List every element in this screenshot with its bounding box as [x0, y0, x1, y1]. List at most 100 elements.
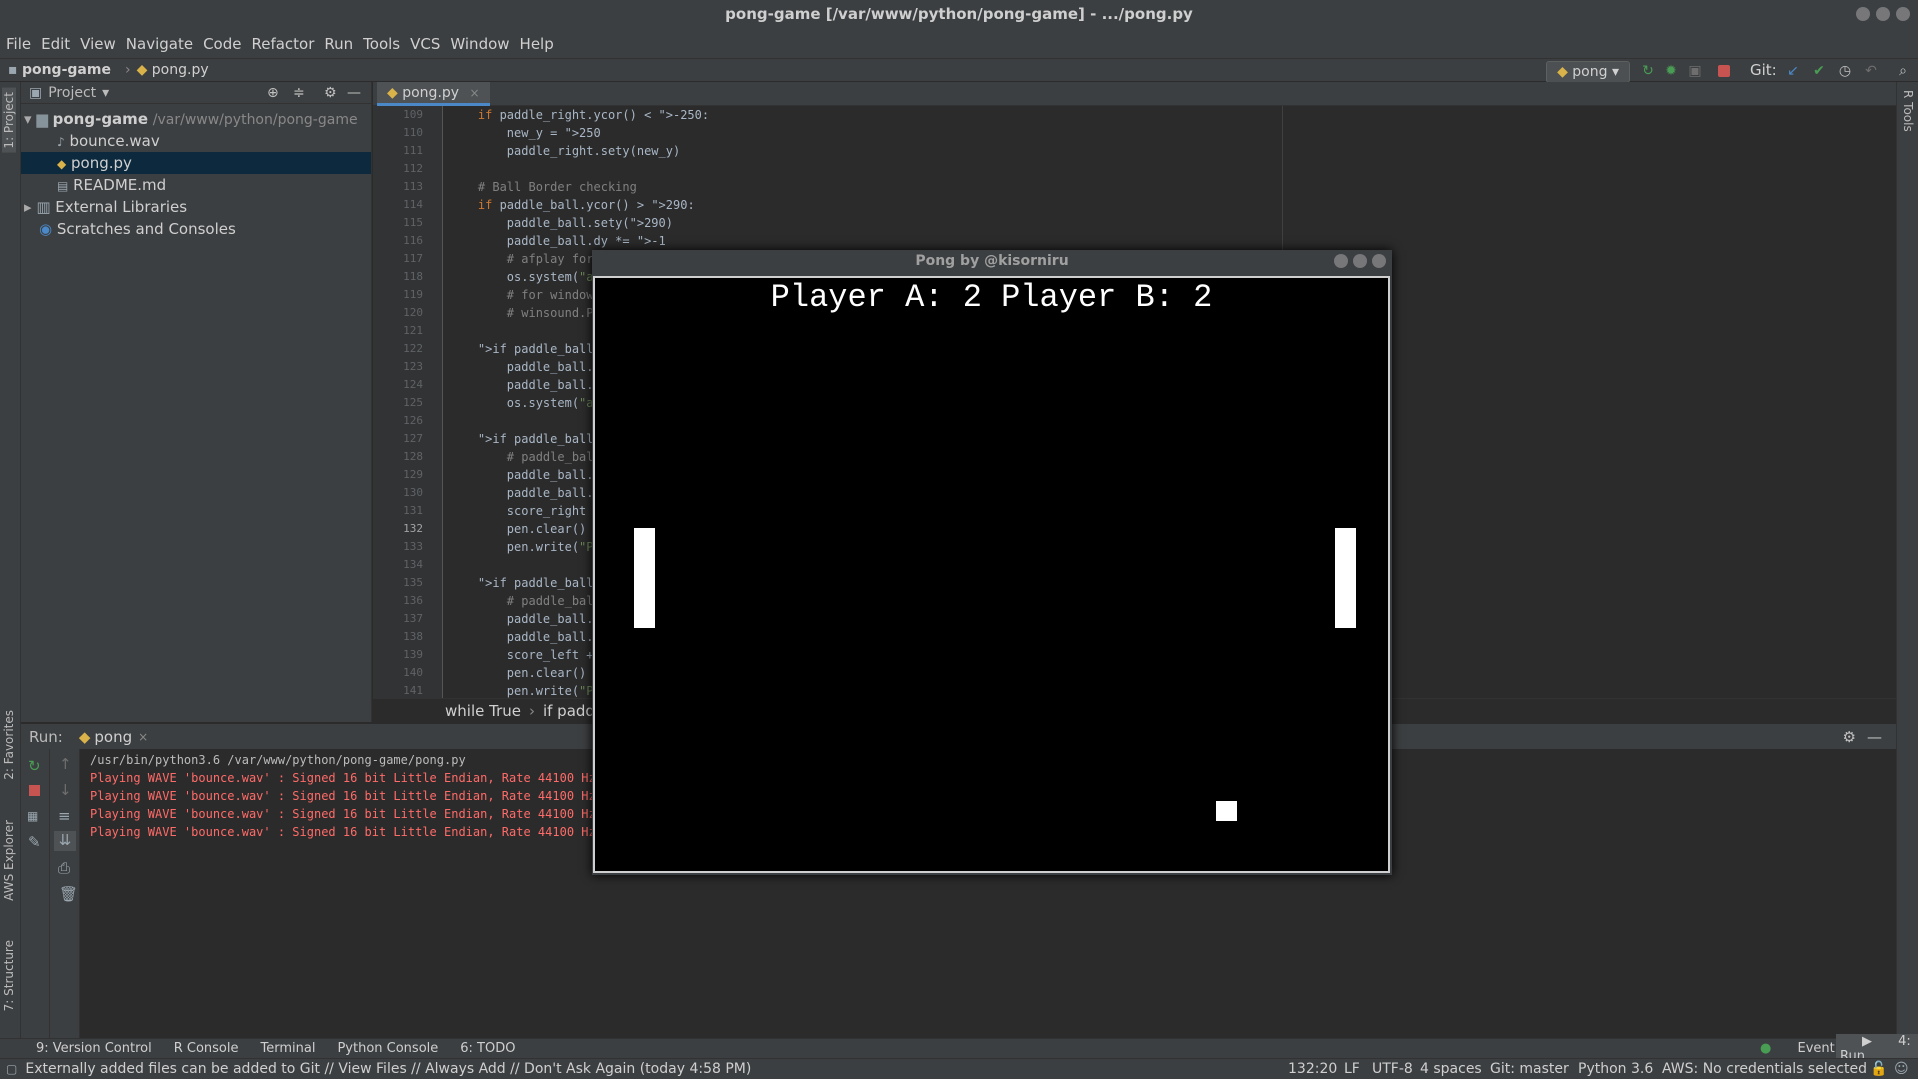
arrow-down-icon[interactable]: ↓	[59, 781, 72, 799]
caret-position[interactable]: 132:20	[1288, 1061, 1337, 1077]
rerun-icon[interactable]: ↻	[1641, 64, 1655, 78]
tool-r-console[interactable]: R Console	[174, 1041, 239, 1056]
event-log-icon: ●	[1760, 1041, 1776, 1056]
lock-icon[interactable]: 🔓	[1870, 1061, 1887, 1077]
line-separator[interactable]: LF	[1344, 1061, 1360, 1077]
tool-todo[interactable]: 6: TODO	[460, 1041, 515, 1056]
rerun-icon[interactable]: ↻	[28, 757, 41, 775]
notifications-icon[interactable]: ☺	[1894, 1061, 1909, 1077]
code-line: # paddle_ball.	[449, 594, 608, 608]
tree-root-pong-game[interactable]: ▾ ▆ pong-game /var/www/python/pong-game	[21, 108, 371, 130]
code-line: pen.clear()	[449, 522, 587, 536]
breadcrumb-while-true[interactable]: while True	[445, 702, 521, 720]
menu-tools[interactable]: Tools	[363, 35, 400, 53]
code-line: pen.clear()	[449, 666, 587, 680]
root-folder-name: pong-game	[52, 110, 148, 128]
menu-view[interactable]: View	[80, 35, 116, 53]
trash-icon[interactable]: 🗑	[59, 885, 78, 903]
menu-run[interactable]: Run	[324, 35, 353, 53]
python-file-icon: ◆	[387, 85, 398, 101]
search-icon[interactable]: ⌕	[1896, 64, 1910, 78]
soft-wrap-icon[interactable]: ≡	[58, 807, 71, 825]
line-number: 137	[403, 612, 423, 625]
hide-panel-icon[interactable]: —	[1867, 728, 1882, 746]
tree-item-readme[interactable]: ▤ README.md	[21, 174, 371, 196]
maximize-button[interactable]	[1876, 7, 1890, 21]
line-number: 138	[403, 630, 423, 643]
project-tool-tab[interactable]: 1: Project	[2, 88, 16, 153]
breadcrumb-if[interactable]: if paddl	[543, 702, 599, 720]
editor-gutter: 109 110 111 112 113 114 115 116 117 118 119 120 121 1…	[373, 106, 443, 698]
gear-icon[interactable]: ⚙	[1843, 728, 1856, 746]
code-line: paddle_ball.dx	[449, 486, 608, 500]
menu-refactor[interactable]: Refactor	[251, 35, 314, 53]
git-branch[interactable]: Git: master	[1490, 1061, 1569, 1077]
close-button[interactable]	[1372, 254, 1386, 268]
tree-item-external-libraries[interactable]: ▸ ▥ External Libraries	[21, 196, 371, 218]
close-tab-icon[interactable]: ×	[470, 86, 480, 100]
menu-edit[interactable]: Edit	[41, 35, 70, 53]
layout-icon[interactable]: ▦	[27, 809, 38, 823]
stop-icon[interactable]	[29, 785, 40, 796]
tool-python-console[interactable]: Python Console	[337, 1041, 438, 1056]
editor-tab-bar: ◆ pong.py ×	[373, 82, 1896, 106]
git-commit-icon[interactable]: ✔	[1812, 64, 1826, 78]
breadcrumb-project[interactable]: ▪ pong-game	[8, 62, 111, 78]
markdown-file-icon: ▤	[57, 179, 69, 193]
python-icon: ◆	[78, 727, 91, 746]
run-tab-pong[interactable]: pong	[94, 728, 132, 746]
breadcrumb-file[interactable]: ◆ pong.py	[137, 62, 209, 78]
menu-help[interactable]: Help	[520, 35, 554, 53]
collapse-all-icon[interactable]: ≑	[293, 85, 305, 101]
run-config-selector[interactable]: ◆ pong ▾	[1546, 61, 1630, 83]
project-panel-title[interactable]: Project	[48, 85, 96, 101]
menu-vcs[interactable]: VCS	[410, 35, 440, 53]
favorites-tool-tab[interactable]: 2: Favorites	[2, 710, 16, 780]
file-encoding[interactable]: UTF-8	[1372, 1061, 1413, 1077]
menu-window[interactable]: Window	[450, 35, 509, 53]
pong-canvas[interactable]: Player A: 2 Player B: 2	[593, 276, 1390, 873]
maximize-button[interactable]	[1353, 254, 1367, 268]
menu-code[interactable]: Code	[203, 35, 241, 53]
tree-item-pong-py[interactable]: ◆ pong.py	[21, 152, 371, 174]
close-tab-icon[interactable]: ×	[138, 730, 148, 744]
python-icon: ◆	[1557, 64, 1573, 80]
hide-panel-icon[interactable]: —	[347, 85, 361, 101]
history-icon[interactable]: ◷	[1838, 64, 1852, 78]
git-update-icon[interactable]: ↙	[1786, 64, 1800, 78]
chevron-down-icon[interactable]: ▾	[102, 85, 109, 101]
line-number: 135	[403, 576, 423, 589]
code-line: # for windows	[449, 288, 601, 302]
tab-pong-py[interactable]: ◆ pong.py ×	[377, 82, 490, 106]
menu-file[interactable]: File	[6, 35, 31, 53]
revert-icon[interactable]: ↶	[1864, 64, 1878, 78]
pong-game-window[interactable]: Pong by @kisorniru Player A: 2 Player B:…	[592, 250, 1392, 875]
scroll-to-end-icon[interactable]: ⇊	[54, 831, 76, 851]
structure-tool-tab[interactable]: 7: Structure	[2, 940, 16, 1011]
stop-icon[interactable]	[1718, 65, 1730, 77]
minimize-button[interactable]	[1334, 254, 1348, 268]
arrow-up-icon[interactable]: ↑	[59, 755, 72, 773]
tree-item-scratches[interactable]: ◉ Scratches and Consoles	[21, 218, 371, 240]
aws-explorer-tool-tab[interactable]: AWS Explorer	[2, 820, 16, 901]
python-interpreter[interactable]: Python 3.6	[1578, 1061, 1653, 1077]
tool-version-control[interactable]: 9: Version Control	[36, 1041, 152, 1056]
menu-navigate[interactable]: Navigate	[126, 35, 193, 53]
locate-icon[interactable]: ⊕	[267, 85, 279, 101]
minimize-button[interactable]	[1856, 7, 1870, 21]
pin-icon[interactable]: ✎	[28, 833, 41, 851]
navigation-bar: ▪ pong-game › ◆ pong.py ◆ pong ▾ ↻ ✹ ▣ G…	[0, 58, 1918, 83]
debug-icon[interactable]: ✹	[1664, 64, 1678, 78]
coverage-icon[interactable]: ▣	[1688, 64, 1702, 78]
close-button[interactable]	[1896, 7, 1910, 21]
gear-icon[interactable]: ⚙	[324, 85, 337, 101]
tool-terminal[interactable]: Terminal	[261, 1041, 316, 1056]
python-file-icon: ◆	[57, 157, 67, 171]
indent-setting[interactable]: 4 spaces	[1420, 1061, 1482, 1077]
tree-item-bounce-wav[interactable]: ♪ bounce.wav	[21, 130, 371, 152]
print-icon[interactable]: ⎙	[58, 859, 70, 877]
aws-credentials[interactable]: AWS: No credentials selected	[1662, 1061, 1867, 1077]
status-message[interactable]: Externally added files can be added to G…	[25, 1061, 751, 1077]
r-tools-tab[interactable]: R Tools	[1901, 90, 1915, 132]
line-number: 125	[403, 396, 423, 409]
